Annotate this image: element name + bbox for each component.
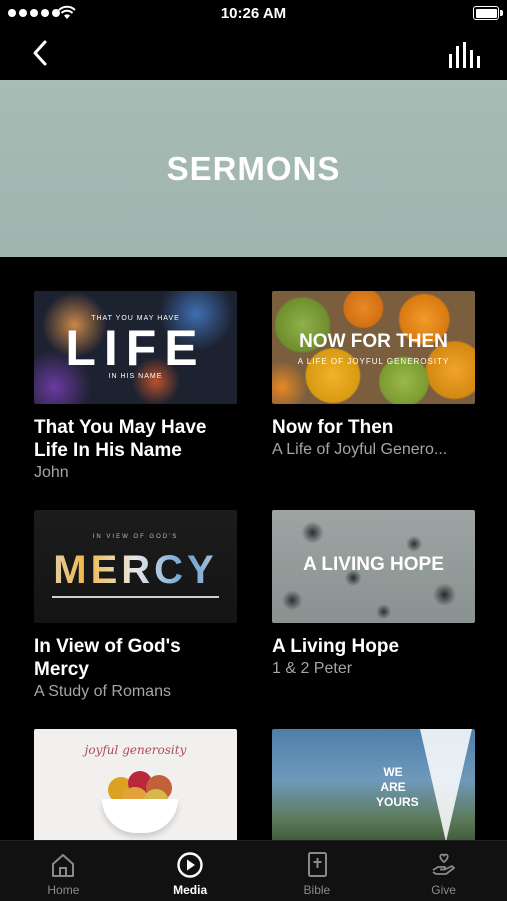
nav-bar xyxy=(0,28,507,80)
back-chevron-icon[interactable] xyxy=(26,38,56,68)
tab-home[interactable]: Home xyxy=(0,841,127,901)
sermon-title: A Living Hope xyxy=(272,636,400,657)
sermon-title: Now for Then xyxy=(272,417,394,438)
tab-give[interactable]: Give xyxy=(380,841,507,901)
sermon-card-joyful-generosity[interactable]: joyful generosity xyxy=(34,729,237,842)
sermon-card-life[interactable]: THAT YOU MAY HAVE LIFE IN HIS NAME That … xyxy=(34,291,237,484)
battery-icon xyxy=(473,6,503,20)
thumb-text: WE ARE YOURS xyxy=(376,765,419,809)
now-playing-bars-icon[interactable] xyxy=(447,42,481,68)
tab-bar: Home Media Bible Give xyxy=(0,840,507,901)
sermon-card-living-hope[interactable]: A LIVING HOPE A Living Hope 1 & 2 Peter xyxy=(272,510,475,680)
sermon-thumbnail[interactable]: NOW FOR THEN A LIFE OF JOYFUL GENEROSITY xyxy=(272,291,475,404)
status-time: 10:26 AM xyxy=(220,5,287,22)
thumb-big-text: MERCY xyxy=(34,548,237,593)
thumb-small-text: IN VIEW OF GOD'S xyxy=(92,534,179,540)
sermon-thumbnail[interactable]: IN VIEW OF GOD'S MERCY xyxy=(34,510,237,623)
sermon-thumbnail[interactable]: joyful generosity xyxy=(34,729,237,842)
thumb-big-text: A LIVING HOPE xyxy=(303,554,444,575)
play-circle-icon xyxy=(177,852,203,878)
sermon-title: That You May Have Life In His Name xyxy=(34,417,207,461)
tab-bible[interactable]: Bible xyxy=(254,841,381,901)
thumb-big-text: LIFE xyxy=(65,320,206,376)
bible-icon xyxy=(307,852,327,877)
home-icon xyxy=(52,854,75,877)
tab-label: Give xyxy=(431,883,456,897)
give-hand-icon xyxy=(432,853,455,875)
v-shape xyxy=(420,729,472,842)
thumb-script-text: joyful generosity xyxy=(84,743,187,757)
sermon-subtitle: John xyxy=(34,464,69,481)
sermons-banner: SERMONS xyxy=(0,80,507,257)
status-bar: 10:26 AM xyxy=(0,0,507,28)
page-title: SERMONS xyxy=(166,149,341,187)
sermon-title: In View of God's Mercy xyxy=(34,636,181,680)
sermon-subtitle: A Life of Joyful Genero... xyxy=(272,441,448,458)
sermon-card-now-for-then[interactable]: NOW FOR THEN A LIFE OF JOYFUL GENEROSITY… xyxy=(272,291,475,461)
sermon-subtitle: A Study of Romans xyxy=(34,683,171,700)
sermon-card-we-are-yours[interactable]: WE ARE YOURS xyxy=(272,729,475,842)
tab-label: Media xyxy=(173,883,208,897)
sermon-thumbnail[interactable]: A LIVING HOPE xyxy=(272,510,475,623)
thumb-underline xyxy=(52,596,219,598)
sermon-thumbnail[interactable]: THAT YOU MAY HAVE LIFE IN HIS NAME xyxy=(34,291,237,404)
sermon-subtitle: 1 & 2 Peter xyxy=(272,660,353,677)
sermon-card-mercy[interactable]: IN VIEW OF GOD'S MERCY In View of God's … xyxy=(34,510,237,703)
thumb-bottom-text: IN HIS NAME xyxy=(108,373,163,380)
tab-label: Home xyxy=(47,883,80,897)
thumb-big-text: NOW FOR THEN xyxy=(299,331,448,352)
tab-label: Bible xyxy=(303,883,331,897)
sermon-thumbnail[interactable]: WE ARE YOURS xyxy=(272,729,475,842)
tab-media[interactable]: Media xyxy=(127,841,254,901)
thumb-small-text: A LIFE OF JOYFUL GENEROSITY xyxy=(297,357,450,366)
bowl-icon xyxy=(102,799,178,833)
